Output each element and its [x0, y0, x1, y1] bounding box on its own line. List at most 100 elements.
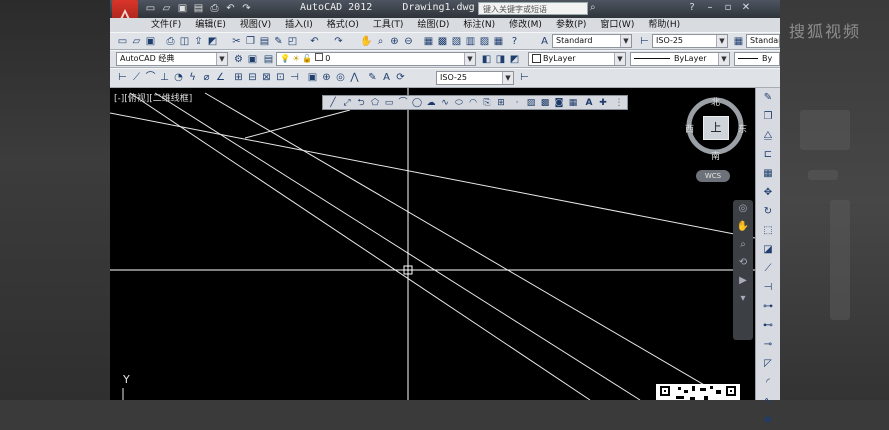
ucs-menu[interactable]: WCS [696, 170, 730, 182]
minimize-icon[interactable]: – [703, 1, 717, 15]
diameter-dim-icon[interactable]: ⌀ [200, 71, 213, 84]
angular-dim-icon[interactable]: ∠ [214, 71, 227, 84]
erase-icon[interactable]: ✎ [759, 89, 777, 107]
drawing-area[interactable]: [-][俯视][二维线框] ╱ ⤢ ⮌ ⬠ ▭ ⌒ ◯ ☁ ∿ ⬭ ◠ ⎘ ⊞ … [110, 88, 755, 400]
make-block-icon[interactable]: ⊞ [495, 97, 507, 109]
help-icon[interactable]: ? [685, 1, 699, 15]
workspace-settings-icon[interactable]: ⚙ [232, 53, 245, 66]
trim-icon[interactable]: ⟋ [759, 260, 777, 278]
dim-space-icon[interactable]: ⊡ [274, 71, 287, 84]
compass-east[interactable]: 东 [738, 122, 747, 135]
fillet-icon[interactable]: ◜ [759, 374, 777, 392]
table-style-select[interactable]: Standard [746, 34, 780, 48]
new-icon[interactable]: ▭ [144, 2, 157, 15]
viewport-controls-label[interactable]: [-][俯视][二维线框] [114, 91, 192, 104]
rectangle-icon[interactable]: ▭ [383, 97, 395, 109]
arc-length-icon[interactable]: ⌒ [144, 71, 157, 84]
center-mark-icon[interactable]: ⊕ [320, 71, 333, 84]
preview-icon[interactable]: ◫ [178, 35, 191, 48]
compass-north[interactable]: 北 [711, 95, 720, 108]
mtext-icon[interactable]: A [583, 97, 595, 109]
layer-previous-icon[interactable]: ◨ [494, 53, 507, 66]
radius-dim-icon[interactable]: ◔ [172, 71, 185, 84]
saveas-icon[interactable]: ▤ [192, 2, 205, 15]
menu-parametric[interactable]: 参数(P) [549, 18, 593, 32]
lineweight-select[interactable]: By [734, 52, 780, 66]
new-icon[interactable]: ▭ [116, 35, 129, 48]
3d-dwf-icon[interactable]: ◩ [206, 35, 219, 48]
extend-icon[interactable]: ⊣ [759, 279, 777, 297]
make-current-layer-icon[interactable]: ◧ [480, 53, 493, 66]
gradient-icon[interactable]: ▩ [539, 97, 551, 109]
scale-icon[interactable]: ⬚ [759, 222, 777, 240]
menu-dimension[interactable]: 标注(N) [456, 18, 502, 32]
construction-line-icon[interactable]: ⤢ [341, 97, 353, 109]
showmotion-icon[interactable]: ▶ [733, 272, 753, 290]
join-icon[interactable]: ⊸ [759, 336, 777, 354]
menu-edit[interactable]: 编辑(E) [188, 18, 233, 32]
chamfer-icon[interactable]: ◸ [759, 355, 777, 373]
dim-text-edit-icon[interactable]: A [380, 71, 393, 84]
continue-dim-icon[interactable]: ⊠ [260, 71, 273, 84]
workspace-save-icon[interactable]: ▣ [246, 53, 259, 66]
menu-format[interactable]: 格式(O) [320, 18, 366, 32]
cut-icon[interactable]: ✂ [230, 35, 243, 48]
line-icon[interactable]: ╱ [327, 97, 339, 109]
save-icon[interactable]: ▣ [144, 35, 157, 48]
menu-file[interactable]: 文件(F) [144, 18, 188, 32]
copy-object-icon[interactable]: ❐ [759, 108, 777, 126]
tool-palettes-icon[interactable]: ▧ [450, 35, 463, 48]
arc-icon[interactable]: ⌒ [397, 97, 409, 109]
offset-icon[interactable]: ⊏ [759, 146, 777, 164]
copy-icon[interactable]: ❐ [244, 35, 257, 48]
dim-update-icon[interactable]: ⟳ [394, 71, 407, 84]
workspace-select[interactable]: AutoCAD 经典 ▼ [116, 52, 228, 66]
menu-window[interactable]: 窗口(W) [593, 18, 641, 32]
markup-icon[interactable]: ▨ [478, 35, 491, 48]
layer-properties-icon[interactable]: ▤ [262, 53, 275, 66]
block-editor-icon[interactable]: ◰ [286, 35, 299, 48]
compass-south[interactable]: 南 [711, 149, 720, 162]
publish-icon[interactable]: ⇪ [192, 35, 205, 48]
navbar-options-icon[interactable]: ▾ [733, 290, 753, 308]
match-properties-icon[interactable]: ✎ [272, 35, 285, 48]
array-icon[interactable]: ▦ [759, 165, 777, 183]
search-input[interactable]: 键入关键字或短语 [478, 2, 588, 15]
pan-icon[interactable]: ✋ [360, 35, 373, 48]
dim-style-manager-icon[interactable]: ⊢ [518, 71, 531, 84]
point-icon[interactable]: · [511, 97, 523, 109]
zoom-realtime-icon[interactable]: ⌕ [374, 35, 387, 48]
jogged-linear-icon[interactable]: ⋀ [348, 71, 361, 84]
open-icon[interactable]: ▱ [160, 2, 173, 15]
dim-style-select[interactable]: ISO-25 ▼ [652, 34, 728, 48]
circle-icon[interactable]: ◯ [411, 97, 423, 109]
baseline-dim-icon[interactable]: ⊟ [246, 71, 259, 84]
steering-wheel-icon[interactable]: ◎ [733, 200, 753, 218]
color-select[interactable]: ByLayer ▼ [528, 52, 626, 66]
redo-icon[interactable]: ↷ [240, 2, 253, 15]
linetype-select[interactable]: ByLayer ▼ [630, 52, 730, 66]
design-center-icon[interactable]: ▩ [436, 35, 449, 48]
undo-icon[interactable]: ↶ [308, 35, 321, 48]
insert-block-icon[interactable]: ⎘ [481, 97, 493, 109]
sheet-set-icon[interactable]: ▥ [464, 35, 477, 48]
menu-draw[interactable]: 绘图(D) [410, 18, 456, 32]
save-icon[interactable]: ▣ [176, 2, 189, 15]
quickcalc-icon[interactable]: ▦ [492, 35, 505, 48]
table-icon[interactable]: ▦ [567, 97, 579, 109]
print-icon[interactable]: ⎙ [208, 2, 221, 15]
jogged-dim-icon[interactable]: ϟ [186, 71, 199, 84]
orbit-icon[interactable]: ⟲ [733, 254, 753, 272]
stretch-icon[interactable]: ◪ [759, 241, 777, 259]
move-icon[interactable]: ✥ [759, 184, 777, 202]
open-icon[interactable]: ▱ [130, 35, 143, 48]
blend-icon[interactable]: ∿ [759, 393, 777, 411]
toolbar-grip-icon[interactable]: ⋮ [613, 97, 625, 109]
compass-west[interactable]: 西 [685, 122, 694, 135]
polygon-icon[interactable]: ⬠ [369, 97, 381, 109]
print-icon[interactable]: ⎙ [164, 35, 177, 48]
linear-dim-icon[interactable]: ⊢ [116, 71, 129, 84]
menu-help[interactable]: 帮助(H) [641, 18, 687, 32]
break-icon[interactable]: ⊷ [759, 317, 777, 335]
text-style-select[interactable]: Standard ▼ [552, 34, 632, 48]
